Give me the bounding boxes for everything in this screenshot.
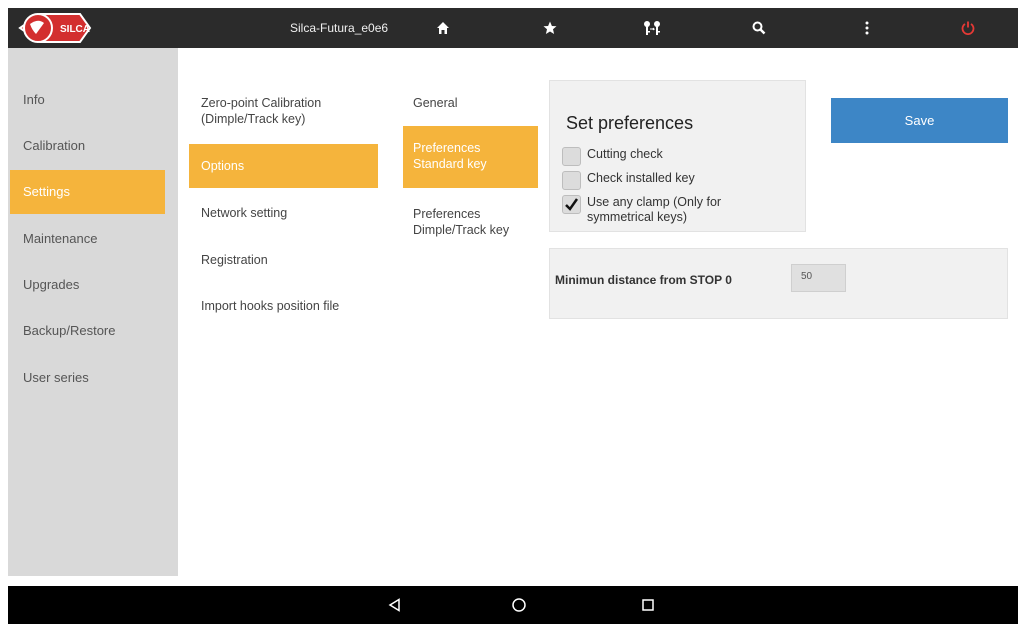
more-vertical-icon[interactable] (853, 8, 881, 48)
sidebar-item-calibration[interactable]: Calibration (10, 124, 165, 168)
device-name: Silca-Futura_e0e6 (290, 21, 389, 35)
check-installed-key-option[interactable]: Check installed key (562, 171, 695, 190)
menu-item-registration[interactable]: Registration (201, 252, 268, 268)
recents-icon[interactable] (630, 586, 666, 624)
preferences-title: Set preferences (566, 113, 694, 133)
use-any-clamp-label: Use any clamp (Only for symmetrical keys… (587, 195, 722, 224)
sidebar-item-settings[interactable]: Settings (10, 170, 165, 214)
menu-item-preferences-dimple[interactable]: Preferences Dimple/Track key (413, 206, 523, 238)
distance-label: Minimun distance from STOP 0 (555, 273, 732, 287)
search-icon[interactable] (745, 8, 773, 48)
preferences-panel: Set preferences Cutting check Check inst… (549, 80, 806, 232)
menu-item-network-setting[interactable]: Network setting (201, 205, 287, 221)
menu-item-general[interactable]: General (413, 95, 457, 111)
sidebar-item-maintenance[interactable]: Maintenance (10, 217, 165, 261)
save-button[interactable]: Save (831, 98, 1008, 143)
use-any-clamp-option[interactable]: Use any clamp (Only for symmetrical keys… (562, 195, 762, 225)
navigation-bar (8, 586, 1018, 624)
sidebar-item-user-series[interactable]: User series (10, 356, 165, 400)
home-icon[interactable] (429, 8, 457, 48)
checkmark-icon (565, 198, 579, 211)
check-installed-key-label: Check installed key (587, 171, 695, 185)
check-installed-key-checkbox[interactable] (562, 171, 581, 190)
sidebar-item-upgrades[interactable]: Upgrades (10, 263, 165, 307)
sidebar-item-info[interactable]: Info (10, 78, 165, 122)
keys-icon[interactable] (638, 8, 666, 48)
star-icon[interactable] (536, 8, 564, 48)
distance-panel: Minimun distance from STOP 0 50 (549, 248, 1008, 319)
cutting-check-checkbox[interactable] (562, 147, 581, 166)
menu-item-import-hooks[interactable]: Import hooks position file (201, 298, 339, 314)
cutting-check-label: Cutting check (587, 147, 663, 161)
menu-item-zero-point-calibration[interactable]: Zero-point Calibration (Dimple/Track key… (201, 95, 371, 127)
cutting-check-option[interactable]: Cutting check (562, 147, 663, 166)
distance-input[interactable]: 50 (791, 264, 846, 292)
logo-text: SILCA (60, 24, 90, 35)
silca-logo[interactable]: SILCA (14, 8, 92, 48)
menu-item-options[interactable]: Options (189, 144, 378, 188)
home-circle-icon[interactable] (501, 586, 537, 624)
use-any-clamp-checkbox[interactable] (562, 195, 581, 214)
back-icon[interactable] (377, 586, 413, 624)
sidebar-item-backup-restore[interactable]: Backup/Restore (10, 309, 165, 353)
power-icon[interactable] (954, 8, 982, 48)
menu-item-preferences-standard[interactable]: Preferences Standard key (403, 126, 538, 188)
